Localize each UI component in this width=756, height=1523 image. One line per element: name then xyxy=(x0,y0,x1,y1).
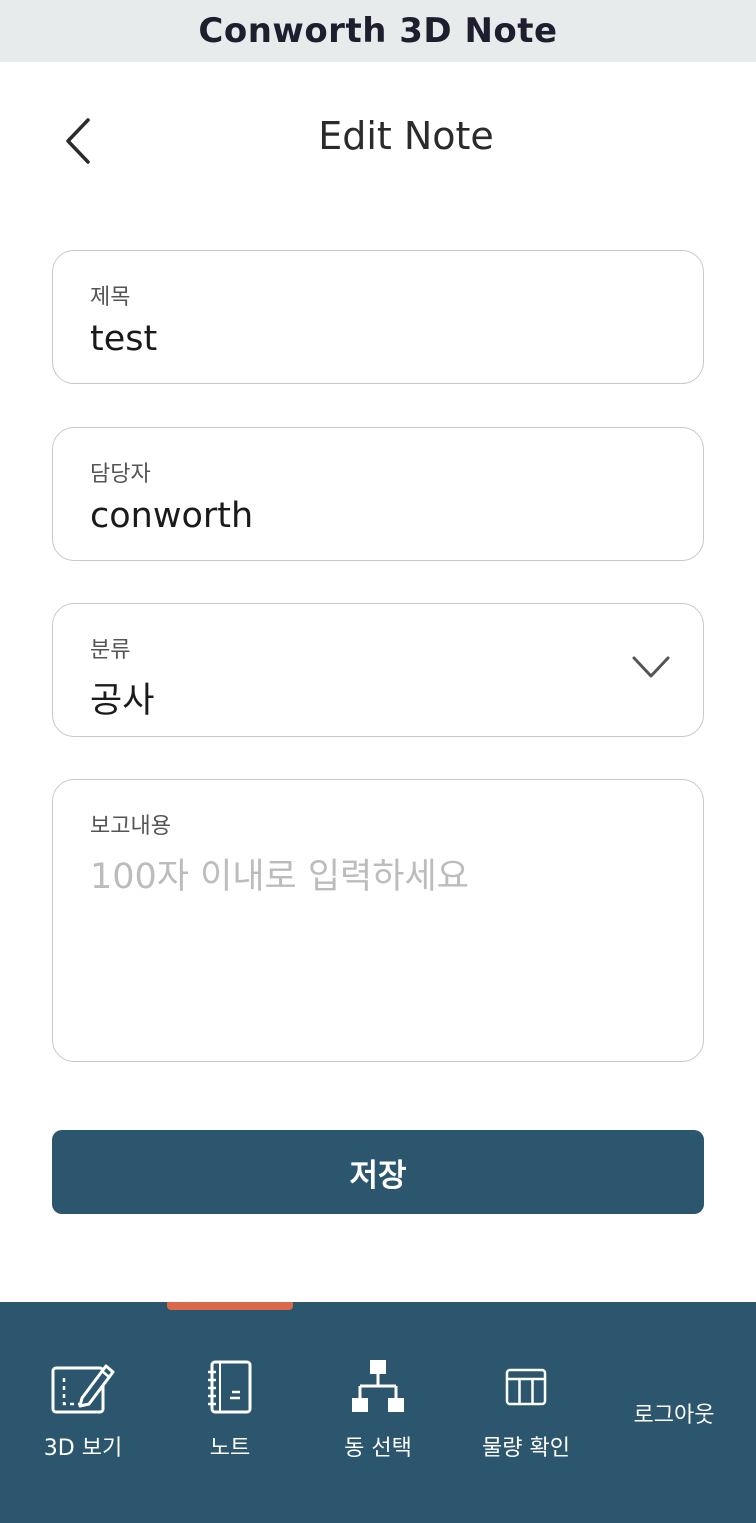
notebook-icon xyxy=(208,1360,252,1414)
nav-item-quantity-check[interactable]: 물량 확인 xyxy=(456,1358,596,1462)
category-selected-value[interactable]: 공사 xyxy=(90,672,650,723)
bottom-nav: 3D 보기 노트 동 선택 물량 확인 로그아웃 xyxy=(0,1302,756,1523)
nav-item-3d-view[interactable]: 3D 보기 xyxy=(13,1358,153,1462)
title-field[interactable]: 제목 test xyxy=(52,250,704,384)
nav-item-notes[interactable]: 노트 xyxy=(160,1358,300,1462)
logout-button[interactable]: 로그아웃 xyxy=(604,1397,744,1429)
page-header: Edit Note xyxy=(0,62,756,220)
report-textarea[interactable]: 100자 이내로 입력하세요 xyxy=(90,848,650,899)
nav-label-quantity-check: 물량 확인 xyxy=(482,1436,570,1461)
assignee-field[interactable]: 담당자 conworth xyxy=(52,427,704,561)
app-title-bar: Conworth 3D Note xyxy=(0,0,756,62)
nav-label-notes: 노트 xyxy=(209,1436,251,1461)
app-title: Conworth 3D Note xyxy=(198,11,558,51)
report-field-label: 보고내용 xyxy=(90,814,171,839)
chevron-down-icon[interactable] xyxy=(631,654,671,682)
table-icon xyxy=(505,1368,547,1406)
nav-label-building-select: 동 선택 xyxy=(344,1436,412,1461)
hierarchy-icon xyxy=(352,1360,404,1412)
title-field-label: 제목 xyxy=(90,285,131,310)
blueprint-edit-icon xyxy=(51,1364,115,1414)
assignee-input[interactable]: conworth xyxy=(90,496,650,536)
title-input[interactable]: test xyxy=(90,319,650,359)
nav-item-building-select[interactable]: 동 선택 xyxy=(308,1358,448,1462)
page-title: Edit Note xyxy=(318,114,494,158)
assignee-field-label: 담당자 xyxy=(90,462,151,487)
nav-label-3d-view: 3D 보기 xyxy=(43,1436,123,1461)
report-field[interactable]: 보고내용 100자 이내로 입력하세요 xyxy=(52,779,704,1062)
nav-active-indicator xyxy=(167,1302,293,1310)
category-field-label: 분류 xyxy=(90,638,131,663)
save-button[interactable]: 저장 xyxy=(52,1130,704,1214)
category-select[interactable]: 분류 공사 xyxy=(52,603,704,737)
